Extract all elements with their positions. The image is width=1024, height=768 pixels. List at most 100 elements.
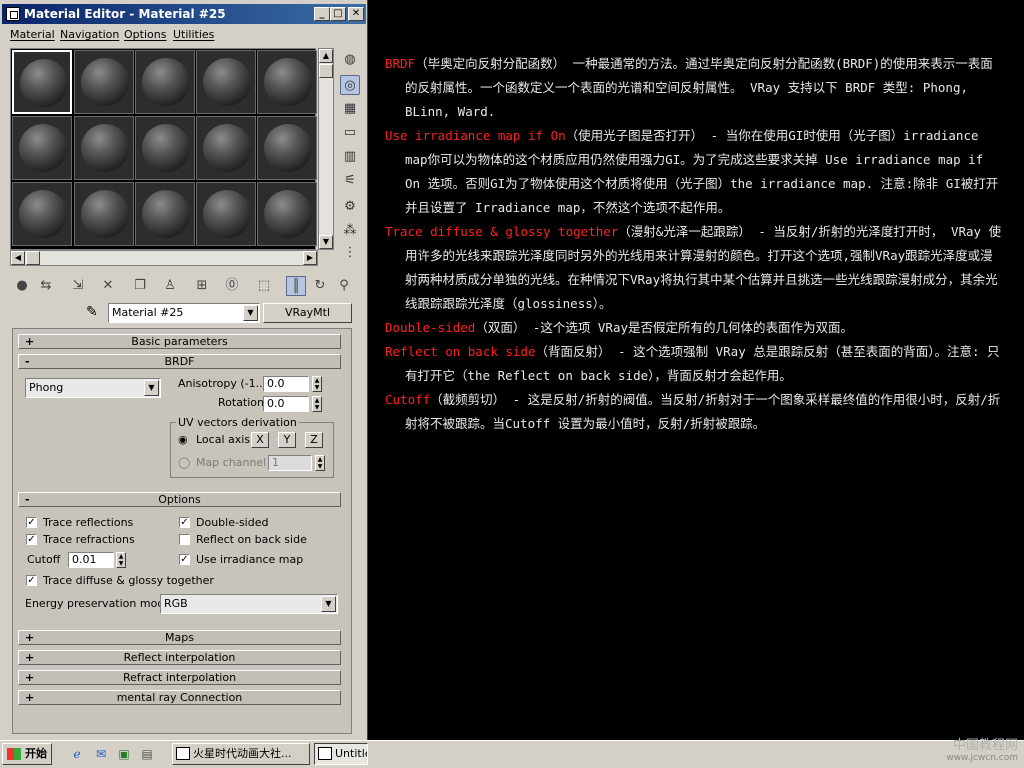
use-irradiance-map-checkbox[interactable]: ✓: [179, 554, 190, 565]
map-channel-input[interactable]: 1: [268, 455, 312, 471]
rotation-spinner[interactable]: ▲ ▼: [312, 396, 322, 412]
scroll-up-arrow-icon[interactable]: ▲: [319, 49, 333, 63]
doc-paragraph-use-irradiance: Use irradiance map if On（使用光子图是否打开） - 当你…: [385, 124, 1005, 220]
sample-slot[interactable]: [196, 182, 256, 246]
sample-type-icon[interactable]: ◍: [340, 50, 360, 70]
scroll-right-arrow-icon[interactable]: ▶: [303, 251, 317, 265]
reflect-back-side-checkbox[interactable]: [179, 534, 190, 545]
rollout-refract-interpolation[interactable]: + Refract interpolation: [18, 670, 341, 685]
maximize-button[interactable]: □: [330, 7, 346, 21]
map-channel-spinner[interactable]: ▲ ▼: [315, 455, 325, 471]
options-icon[interactable]: ⚙: [340, 197, 360, 217]
rollout-options[interactable]: - Options: [18, 492, 341, 507]
minimize-button[interactable]: _: [314, 7, 330, 21]
show-map-in-viewport-icon[interactable]: ⬚: [254, 276, 274, 296]
rollout-mental-ray-connection[interactable]: + mental ray Connection: [18, 690, 341, 705]
close-button[interactable]: ✕: [348, 7, 364, 21]
make-unique-icon[interactable]: ♙: [160, 276, 180, 296]
taskbar-button-browser[interactable]: 火星时代动画大社...: [172, 743, 310, 765]
material-sphere-preview: [203, 124, 251, 172]
trace-reflections-checkbox[interactable]: ✓: [26, 517, 37, 528]
material-type-button[interactable]: VRayMtl: [263, 303, 352, 323]
sample-slot[interactable]: [196, 116, 256, 180]
trace-refractions-label: Trace refractions: [43, 533, 135, 546]
taskbar-button-3dsmax[interactable]: Untitled: [314, 743, 368, 765]
material-effects-channel-icon[interactable]: ⓪: [222, 276, 242, 296]
anisotropy-input[interactable]: 0.0: [263, 376, 309, 392]
trace-diffuse-glossy-checkbox[interactable]: ✓: [26, 575, 37, 586]
internet-explorer-icon[interactable]: ℯ: [68, 745, 86, 763]
reset-material-icon[interactable]: ✕: [98, 276, 118, 296]
anisotropy-spinner[interactable]: ▲ ▼: [312, 376, 322, 392]
go-forward-to-sibling-icon[interactable]: ⚲: [334, 276, 354, 296]
rollout-brdf[interactable]: - BRDF: [18, 354, 341, 369]
doc-description: （截频剪切） - 这是反射/折射的阀值。当反射/折射对于一个图象采样最终值的作用…: [405, 392, 1001, 431]
pick-material-eyedropper-icon[interactable]: ✎: [86, 304, 98, 320]
sample-slot[interactable]: [135, 116, 195, 180]
sample-slot[interactable]: [12, 182, 72, 246]
cutoff-spinner[interactable]: ▲ ▼: [116, 552, 126, 568]
scroll-left-arrow-icon[interactable]: ◀: [11, 251, 25, 265]
start-button[interactable]: 开始: [2, 743, 52, 765]
sample-slot[interactable]: [135, 182, 195, 246]
scroll-down-arrow-icon[interactable]: ▼: [319, 235, 333, 249]
rollout-reflect-interpolation[interactable]: + Reflect interpolation: [18, 650, 341, 665]
radio-unselected-icon[interactable]: ◯: [178, 456, 190, 469]
make-preview-icon[interactable]: ⚟: [340, 171, 360, 191]
slots-vertical-scrollbar[interactable]: ▲ ▼: [318, 48, 334, 250]
double-sided-checkbox[interactable]: ✓: [179, 517, 190, 528]
put-to-library-icon[interactable]: ⊞: [192, 276, 212, 296]
rollout-basic-parameters[interactable]: + Basic parameters: [18, 334, 341, 349]
sample-slot[interactable]: [12, 50, 72, 114]
backlight-icon[interactable]: ◎: [340, 75, 360, 95]
axis-y-button[interactable]: Y: [278, 432, 296, 448]
chevron-down-icon[interactable]: ▼: [243, 305, 258, 321]
sample-slot[interactable]: [74, 50, 134, 114]
sample-slot[interactable]: [257, 116, 317, 180]
outlook-icon[interactable]: ✉: [92, 745, 110, 763]
scroll-thumb[interactable]: [319, 64, 333, 78]
menu-options[interactable]: Options: [124, 28, 166, 41]
rollout-maps[interactable]: + Maps: [18, 630, 341, 645]
brdf-type-dropdown[interactable]: Phong ▼: [25, 378, 161, 398]
video-color-check-icon[interactable]: ▥: [340, 147, 360, 167]
material-sphere-preview: [81, 190, 129, 238]
scroll-thumb[interactable]: [26, 251, 40, 265]
sample-uv-tiling-icon[interactable]: ▭: [340, 123, 360, 143]
sample-slot[interactable]: [74, 116, 134, 180]
menu-material[interactable]: Material: [10, 28, 55, 41]
sample-slot[interactable]: [257, 50, 317, 114]
select-by-material-icon[interactable]: ⁂: [340, 221, 360, 241]
sample-slot[interactable]: [135, 50, 195, 114]
chevron-down-icon[interactable]: ▼: [321, 596, 336, 612]
go-to-parent-icon[interactable]: ↻: [310, 276, 330, 296]
chevron-down-icon[interactable]: ▼: [144, 380, 159, 396]
background-checker-icon[interactable]: ▦: [340, 99, 360, 119]
axis-z-button[interactable]: Z: [305, 432, 323, 448]
radio-selected-icon[interactable]: ◉: [178, 433, 188, 446]
sample-slot[interactable]: [12, 116, 72, 180]
sample-slot[interactable]: [74, 182, 134, 246]
cutoff-label: Cutoff: [27, 553, 61, 566]
copy-material-icon[interactable]: ❐: [130, 276, 150, 296]
put-material-to-scene-icon[interactable]: ⇆: [36, 276, 56, 296]
menu-navigation[interactable]: Navigation: [60, 28, 119, 41]
material-navigator-icon[interactable]: ⋮: [340, 243, 360, 263]
slots-horizontal-scrollbar[interactable]: ◀ ▶: [10, 250, 318, 266]
get-material-icon[interactable]: ●: [12, 276, 32, 296]
material-name-dropdown[interactable]: Material #25 ▼: [108, 303, 260, 323]
media-icon[interactable]: ▤: [138, 745, 156, 763]
cutoff-input[interactable]: 0.01: [68, 552, 114, 568]
axis-x-button[interactable]: X: [251, 432, 269, 448]
trace-refractions-checkbox[interactable]: ✓: [26, 534, 37, 545]
sample-slot[interactable]: [196, 50, 256, 114]
energy-preservation-dropdown[interactable]: RGB ▼: [160, 594, 338, 614]
sample-slot[interactable]: [257, 182, 317, 246]
show-end-result-icon[interactable]: ║: [286, 276, 306, 296]
assign-material-icon[interactable]: ⇲: [68, 276, 88, 296]
rotation-input[interactable]: 0.0: [263, 396, 309, 412]
title-bar[interactable]: Material Editor - Material #25 _ □ ✕: [2, 4, 366, 24]
menu-utilities[interactable]: Utilities: [173, 28, 214, 41]
anisotropy-label: Anisotropy (-1..1): [178, 377, 274, 390]
show-desktop-icon[interactable]: ▣: [115, 745, 133, 763]
